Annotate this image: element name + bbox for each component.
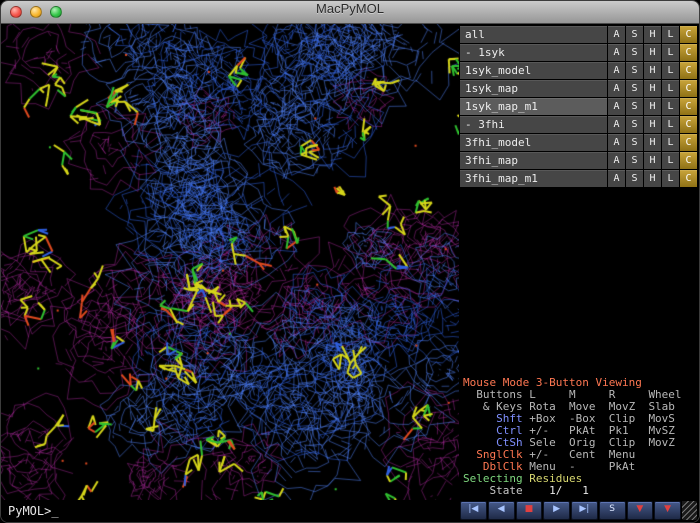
object-row: 3fhi_map_m1ASHLC (460, 170, 697, 187)
menu-2-button[interactable]: ▼ (654, 501, 681, 520)
label-button[interactable]: L (662, 170, 679, 187)
step-back-button[interactable]: ◀ (488, 501, 515, 520)
action-button[interactable]: A (608, 26, 625, 43)
menu-1-button[interactable]: ▼ (627, 501, 654, 520)
color-button[interactable]: C (680, 80, 697, 97)
hide-button[interactable]: H (644, 134, 661, 151)
hide-button[interactable]: H (644, 80, 661, 97)
minimize-button[interactable] (30, 6, 42, 18)
label-button[interactable]: L (662, 26, 679, 43)
command-prompt: PyMOL>_ (8, 504, 59, 518)
hide-button[interactable]: H (644, 170, 661, 187)
label-button[interactable]: L (662, 62, 679, 79)
object-name[interactable]: all (460, 26, 607, 43)
show-button[interactable]: S (626, 26, 643, 43)
hide-button[interactable]: H (644, 98, 661, 115)
color-button[interactable]: C (680, 170, 697, 187)
show-button[interactable]: S (626, 80, 643, 97)
step-forward-button[interactable]: ▶| (571, 501, 598, 520)
object-row: - 1sykASHLC (460, 44, 697, 61)
main-content: PyMOL>_ allASHLC- 1sykASHLC1syk_modelASH… (1, 24, 699, 522)
show-button[interactable]: S (626, 152, 643, 169)
object-name[interactable]: 1syk_model (460, 62, 607, 79)
show-button[interactable]: S (626, 44, 643, 61)
object-name[interactable]: - 1syk (460, 44, 607, 61)
action-button[interactable]: A (608, 62, 625, 79)
object-name[interactable]: 1syk_map_m1 (460, 98, 607, 115)
object-row: 3fhi_modelASHLC (460, 134, 697, 151)
show-button[interactable]: S (626, 116, 643, 133)
action-button[interactable]: A (608, 80, 625, 97)
mouse-panel-values: 1/ 1 (523, 484, 589, 497)
macpymol-window: MacPyMOL PyMOL>_ allASHLC- 1sykASHLC1syk… (0, 0, 700, 523)
action-button[interactable]: A (608, 116, 625, 133)
panel-spacer (460, 188, 697, 375)
title-bar[interactable]: MacPyMOL (1, 1, 699, 24)
show-button[interactable]: S (626, 62, 643, 79)
hide-button[interactable]: H (644, 152, 661, 169)
action-button[interactable]: A (608, 134, 625, 151)
rewind-button[interactable]: |◀ (460, 501, 487, 520)
object-name[interactable]: 3fhi_map_m1 (460, 170, 607, 187)
label-button[interactable]: L (662, 98, 679, 115)
label-button[interactable]: L (662, 80, 679, 97)
object-name[interactable]: 3fhi_model (460, 134, 607, 151)
window-title: MacPyMOL (1, 1, 699, 16)
label-button[interactable]: L (662, 116, 679, 133)
action-button[interactable]: A (608, 44, 625, 61)
stop-button[interactable]: ■ (516, 501, 543, 520)
color-button[interactable]: C (680, 98, 697, 115)
close-button[interactable] (10, 6, 22, 18)
zoom-button[interactable] (50, 6, 62, 18)
label-button[interactable]: L (662, 152, 679, 169)
mouse-panel-key: State (463, 484, 523, 497)
hide-button[interactable]: H (644, 44, 661, 61)
action-button[interactable]: A (608, 170, 625, 187)
label-button[interactable]: L (662, 44, 679, 61)
mouse-settings-panel: Mouse Mode 3-Button Viewing Buttons L M … (460, 375, 697, 500)
action-button[interactable]: A (608, 152, 625, 169)
show-button[interactable]: S (626, 134, 643, 151)
color-button[interactable]: C (680, 134, 697, 151)
color-button[interactable]: C (680, 116, 697, 133)
hide-button[interactable]: H (644, 26, 661, 43)
hide-button[interactable]: H (644, 62, 661, 79)
object-row: 1syk_mapASHLC (460, 80, 697, 97)
hide-button[interactable]: H (644, 116, 661, 133)
play-button[interactable]: ▶ (543, 501, 570, 520)
object-row: allASHLC (460, 26, 697, 43)
action-button[interactable]: A (608, 98, 625, 115)
object-row: - 3fhiASHLC (460, 116, 697, 133)
object-row: 1syk_map_m1ASHLC (460, 98, 697, 115)
object-name[interactable]: 1syk_map (460, 80, 607, 97)
object-name[interactable]: - 3fhi (460, 116, 607, 133)
label-button[interactable]: L (662, 134, 679, 151)
molecule-viewport[interactable] (1, 24, 459, 500)
show-button[interactable]: S (626, 170, 643, 187)
viewport-column: PyMOL>_ (1, 24, 459, 522)
movie-controls: |◀◀■▶▶|S▼▼ (460, 500, 697, 520)
show-button[interactable]: S (626, 98, 643, 115)
traffic-lights (10, 6, 62, 18)
object-row: 1syk_modelASHLC (460, 62, 697, 79)
control-panel: allASHLC- 1sykASHLC1syk_modelASHLC1syk_m… (459, 24, 699, 522)
object-row: 3fhi_mapASHLC (460, 152, 697, 169)
color-button[interactable]: C (680, 26, 697, 43)
color-button[interactable]: C (680, 152, 697, 169)
color-button[interactable]: C (680, 44, 697, 61)
mouse-panel-line: State 1/ 1 (463, 485, 697, 497)
resize-grip[interactable] (682, 501, 697, 520)
color-button[interactable]: C (680, 62, 697, 79)
object-name[interactable]: 3fhi_map (460, 152, 607, 169)
scene-button[interactable]: S (599, 501, 626, 520)
object-list: allASHLC- 1sykASHLC1syk_modelASHLC1syk_m… (460, 26, 697, 188)
command-line[interactable]: PyMOL>_ (1, 500, 459, 522)
